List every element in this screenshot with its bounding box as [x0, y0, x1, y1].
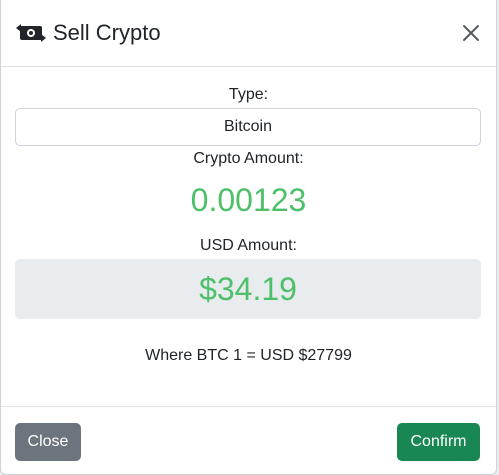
- modal-body: Type: Bitcoin Crypto Amount: 0.00123 USD…: [1, 67, 496, 365]
- crypto-amount-label: Crypto Amount:: [193, 150, 304, 167]
- exchange-rate-text: Where BTC 1 = USD $27799: [145, 347, 352, 364]
- close-icon[interactable]: [460, 22, 482, 44]
- modal-title-text: Sell Crypto: [53, 20, 161, 45]
- money-exchange-icon: [15, 22, 47, 44]
- modal-footer: Close Confirm: [1, 406, 496, 475]
- modal-title: Sell Crypto: [15, 20, 161, 46]
- type-label: Type:: [228, 86, 269, 103]
- crypto-amount-value: 0.00123: [190, 182, 307, 218]
- close-button[interactable]: Close: [15, 423, 81, 461]
- usd-amount-label: USD Amount:: [200, 237, 297, 254]
- modal-header: Sell Crypto: [1, 0, 496, 67]
- confirm-button[interactable]: Confirm: [397, 423, 480, 461]
- sell-crypto-modal: Sell Crypto Type: Bitcoin Crypto Amount:…: [0, 0, 497, 475]
- usd-amount-value: $34.19: [15, 259, 481, 319]
- type-field[interactable]: Bitcoin: [15, 108, 481, 146]
